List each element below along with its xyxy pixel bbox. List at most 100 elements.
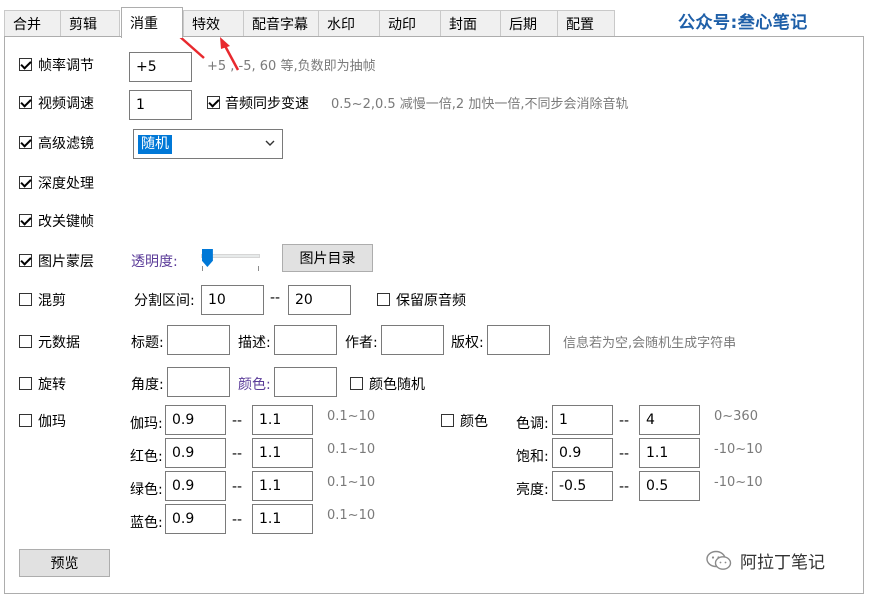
tab-label: 配音字幕	[252, 17, 308, 33]
tab-label: 剪辑	[69, 17, 97, 33]
saturation-row-label: 饱和:	[516, 449, 549, 465]
hue-from-input[interactable]	[552, 405, 613, 435]
keyframe-label: 改关键帧	[38, 214, 94, 230]
angle-input[interactable]	[167, 367, 230, 397]
blue-to-input[interactable]	[252, 504, 313, 534]
filter-label: 高级滤镜	[38, 136, 94, 152]
video-speed-checkbox[interactable]	[19, 96, 32, 109]
saturation-from-input[interactable]	[552, 438, 613, 468]
tab-watermark[interactable]: 水印	[318, 10, 380, 37]
gamma-to-input[interactable]	[252, 405, 313, 435]
rotate-color-input[interactable]	[274, 367, 337, 397]
preview-button[interactable]: 预览	[19, 549, 110, 577]
split-to-input[interactable]	[288, 285, 351, 315]
hue-range-hint: 0~360	[714, 409, 758, 424]
meta-copyright-input[interactable]	[487, 325, 550, 355]
keyframe-checkbox[interactable]	[19, 214, 32, 227]
brightness-range-hint: -10~10	[714, 475, 763, 490]
metadata-label: 元数据	[38, 335, 80, 351]
range-separator: --	[232, 512, 243, 528]
red-row-label: 红色:	[130, 449, 163, 465]
overlay-label: 图片蒙层	[38, 254, 94, 270]
range-separator: --	[619, 479, 630, 495]
keep-audio-label: 保留原音频	[396, 293, 466, 309]
mix-label: 混剪	[38, 293, 66, 309]
random-color-checkbox[interactable]	[350, 377, 363, 390]
tab-effects[interactable]: 特效	[183, 10, 244, 37]
metadata-checkbox[interactable]	[19, 335, 32, 348]
frame-rate-hint: +5 , -5, 60 等,负数即为抽帧	[207, 59, 376, 74]
brightness-row-label: 亮度:	[516, 482, 549, 498]
tab-cover[interactable]: 封面	[440, 10, 501, 37]
filter-select[interactable]: 随机	[133, 129, 283, 159]
green-from-input[interactable]	[165, 471, 226, 501]
tab-dubbing-subtitles[interactable]: 配音字幕	[243, 10, 319, 37]
meta-copyright-label: 版权:	[451, 335, 484, 351]
meta-title-input[interactable]	[167, 325, 230, 355]
audio-sync-checkbox[interactable]	[207, 96, 220, 109]
tab-post[interactable]: 后期	[500, 10, 558, 37]
angle-label: 角度:	[131, 377, 164, 393]
meta-author-input[interactable]	[381, 325, 444, 355]
rotate-checkbox[interactable]	[19, 377, 32, 390]
frame-rate-input[interactable]	[129, 52, 192, 82]
tab-label: 特效	[192, 17, 220, 33]
meta-title-label: 标题:	[131, 335, 164, 351]
green-row-label: 绿色:	[130, 482, 163, 498]
blue-from-input[interactable]	[165, 504, 226, 534]
green-range-hint: 0.1~10	[327, 475, 376, 490]
filter-checkbox[interactable]	[19, 136, 32, 149]
red-to-input[interactable]	[252, 438, 313, 468]
slider-tick	[202, 266, 203, 271]
red-from-input[interactable]	[165, 438, 226, 468]
depth-checkbox[interactable]	[19, 176, 32, 189]
depth-label: 深度处理	[38, 176, 94, 192]
mix-checkbox[interactable]	[19, 293, 32, 306]
tab-dedup[interactable]: 消重	[121, 7, 183, 38]
range-separator: --	[619, 446, 630, 462]
red-range-hint: 0.1~10	[327, 442, 376, 457]
video-speed-input[interactable]	[129, 90, 192, 120]
range-separator: --	[232, 446, 243, 462]
gamma-from-input[interactable]	[165, 405, 226, 435]
keep-audio-checkbox[interactable]	[377, 293, 390, 306]
range-separator: --	[232, 479, 243, 495]
green-to-input[interactable]	[252, 471, 313, 501]
tab-config[interactable]: 配置	[557, 10, 615, 37]
color-checkbox[interactable]	[441, 414, 454, 427]
blue-range-hint: 0.1~10	[327, 508, 376, 523]
hue-to-input[interactable]	[639, 405, 700, 435]
tab-motion-print[interactable]: 动印	[379, 10, 441, 37]
range-separator: --	[232, 413, 243, 429]
metadata-hint: 信息若为空,会随机生成字符串	[563, 336, 737, 351]
frame-rate-checkbox[interactable]	[19, 58, 32, 71]
rotate-label: 旋转	[38, 377, 66, 393]
tab-label: 水印	[327, 17, 355, 33]
gamma-checkbox[interactable]	[19, 414, 32, 427]
blue-row-label: 蓝色:	[130, 515, 163, 531]
meta-desc-label: 描述:	[238, 335, 271, 351]
chevron-down-icon	[265, 140, 275, 146]
image-directory-button[interactable]: 图片目录	[282, 244, 373, 272]
filter-selected-value: 随机	[138, 135, 172, 154]
tab-merge[interactable]: 合并	[4, 10, 61, 37]
frame-rate-label: 帧率调节	[38, 58, 94, 74]
range-separator: --	[619, 413, 630, 429]
meta-author-label: 作者:	[345, 335, 378, 351]
random-color-label: 颜色随机	[369, 377, 425, 393]
brightness-to-input[interactable]	[639, 471, 700, 501]
gamma-row-label: 伽玛:	[130, 416, 163, 432]
color-label: 颜色	[460, 414, 488, 430]
opacity-label: 透明度:	[131, 254, 178, 270]
tab-label: 封面	[449, 17, 477, 33]
brightness-from-input[interactable]	[552, 471, 613, 501]
meta-desc-input[interactable]	[274, 325, 337, 355]
split-range-label: 分割区间:	[134, 293, 195, 309]
overlay-checkbox[interactable]	[19, 254, 32, 267]
slider-tick	[258, 266, 259, 271]
watermark-top: 公众号:叁心笔记	[678, 13, 808, 33]
tab-edit[interactable]: 剪辑	[60, 10, 120, 37]
video-speed-hint: 0.5~2,0.5 减慢一倍,2 加快一倍,不同步会消除音轨	[331, 97, 629, 112]
split-from-input[interactable]	[201, 285, 264, 315]
saturation-to-input[interactable]	[639, 438, 700, 468]
